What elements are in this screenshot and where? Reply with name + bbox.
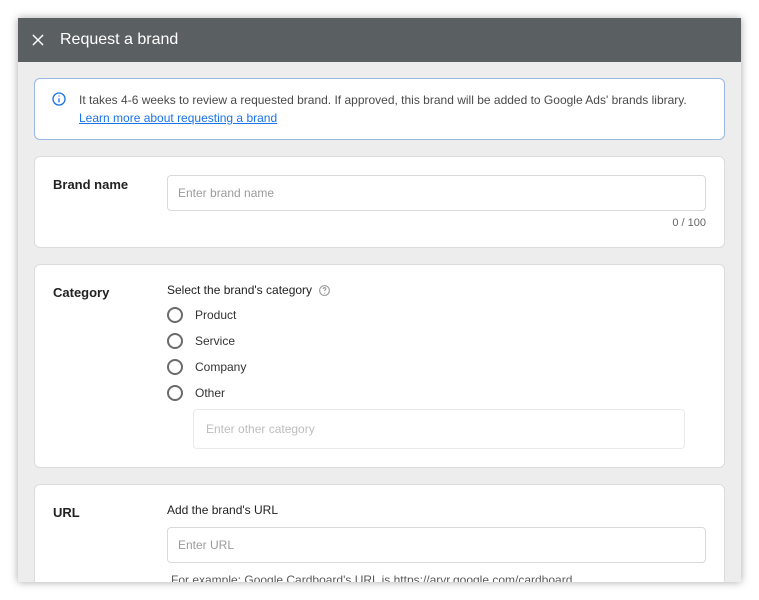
brand-name-section: Brand name 0 / 100 [34, 156, 725, 248]
dialog-header: Request a brand [18, 18, 741, 62]
radio-label: Product [195, 308, 236, 322]
info-banner: It takes 4-6 weeks to review a requested… [34, 78, 725, 140]
radio-product[interactable]: Product [167, 307, 706, 323]
radio-icon [167, 359, 183, 375]
other-category-input[interactable] [193, 409, 685, 449]
brand-name-counter: 0 / 100 [167, 217, 706, 229]
radio-icon [167, 385, 183, 401]
url-heading: Add the brand's URL [167, 503, 278, 517]
url-input[interactable] [167, 527, 706, 563]
brand-name-input[interactable] [167, 175, 706, 211]
dialog-title: Request a brand [60, 31, 178, 49]
info-text-body: It takes 4-6 weeks to review a requested… [79, 93, 687, 107]
brand-name-label: Brand name [53, 175, 167, 192]
radio-other[interactable]: Other [167, 385, 706, 401]
url-section: URL Add the brand's URL For example: Goo… [34, 484, 725, 582]
radio-label: Service [195, 334, 235, 348]
radio-icon [167, 307, 183, 323]
url-example: For example: Google Cardboard's URL is h… [167, 573, 706, 582]
radio-label: Company [195, 360, 246, 374]
radio-icon [167, 333, 183, 349]
info-icon [51, 91, 67, 107]
help-icon[interactable] [318, 284, 331, 297]
url-label: URL [53, 503, 167, 520]
info-text: It takes 4-6 weeks to review a requested… [79, 91, 708, 127]
learn-more-link[interactable]: Learn more about requesting a brand [79, 111, 277, 125]
category-label: Category [53, 283, 167, 300]
category-heading: Select the brand's category [167, 283, 312, 297]
radio-service[interactable]: Service [167, 333, 706, 349]
radio-label: Other [195, 386, 225, 400]
category-section: Category Select the brand's category [34, 264, 725, 468]
radio-company[interactable]: Company [167, 359, 706, 375]
close-icon[interactable] [30, 32, 46, 48]
